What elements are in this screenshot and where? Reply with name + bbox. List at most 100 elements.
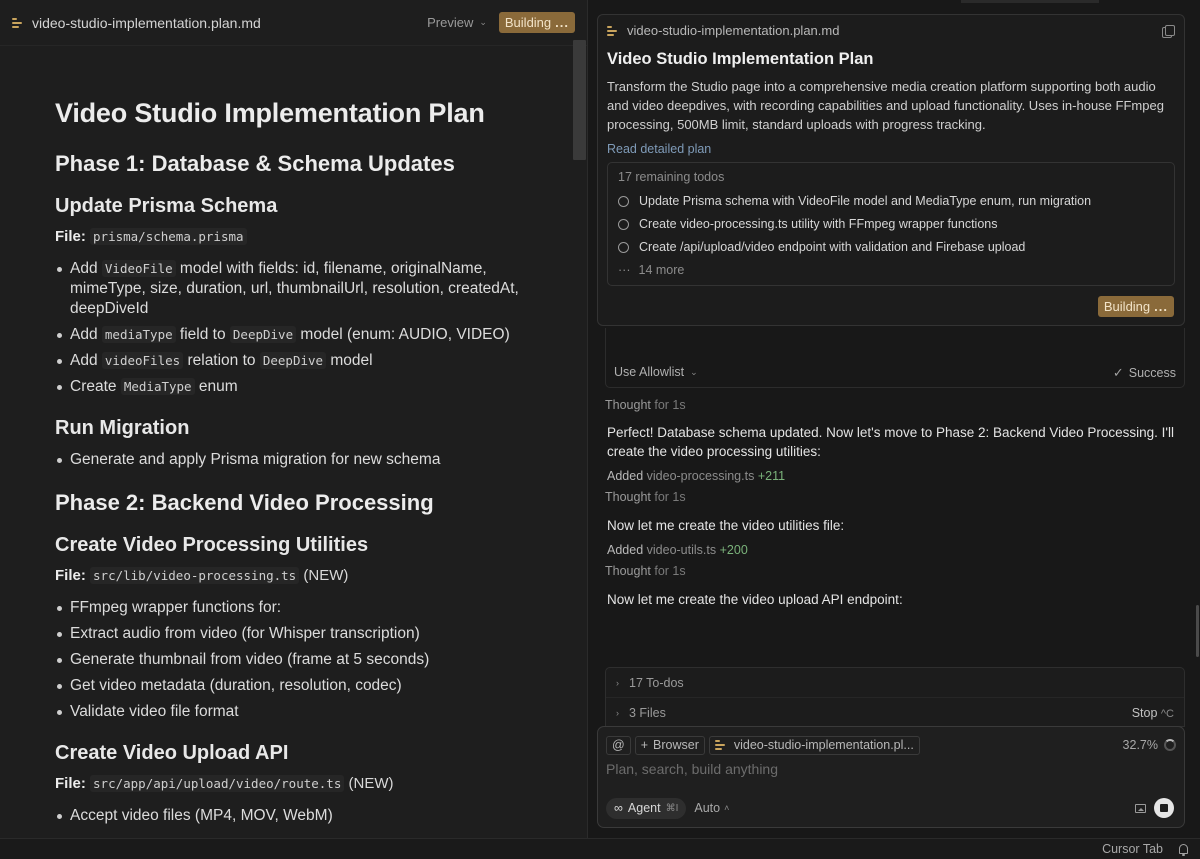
- file-line: File: src/app/api/upload/video/route.ts …: [55, 775, 394, 792]
- markdown-preview: Video Studio Implementation Plan Phase 1…: [0, 46, 572, 838]
- editor-scrollbar[interactable]: [573, 40, 586, 160]
- editor-tab-bar: video-studio-implementation.plan.md Prev…: [0, 0, 587, 46]
- stop-icon: [1160, 804, 1168, 812]
- phase2-heading: Phase 2: Backend Video Processing: [55, 490, 434, 515]
- todo-item[interactable]: Update Prisma schema with VideoFile mode…: [618, 194, 1164, 208]
- list-item: Generate thumbnail from video (frame at …: [55, 650, 552, 670]
- todo-circle-icon: [618, 218, 629, 230]
- plan-title: Video Studio Implementation Plan: [607, 50, 874, 68]
- doc-title: Video Studio Implementation Plan: [55, 98, 485, 128]
- file-line: File: src/lib/video-processing.ts (NEW): [55, 567, 349, 584]
- thought-indicator[interactable]: Thought for 1s: [605, 398, 686, 412]
- plus-icon: +: [640, 738, 649, 752]
- todos-more[interactable]: ··· 14 more: [618, 263, 1164, 277]
- todo-circle-icon: [618, 195, 629, 207]
- image-icon[interactable]: [1135, 803, 1146, 813]
- upload-list: Accept video files (MP4, MOV, WebM): [55, 806, 552, 826]
- stop-button[interactable]: Stop ^C: [1132, 706, 1174, 720]
- plan-description: Transform the Studio page into a compreh…: [607, 79, 1164, 132]
- context-usage: 32.7%: [1123, 738, 1176, 752]
- editor-tab-title[interactable]: video-studio-implementation.plan.md: [32, 15, 261, 31]
- preview-label: Preview: [427, 15, 474, 30]
- list-item: Get video metadata (duration, resolution…: [55, 676, 552, 696]
- file-line: File: prisma/schema.prisma: [55, 228, 552, 245]
- chat-scrollbar[interactable]: [1196, 605, 1199, 657]
- infinity-icon: ∞: [614, 801, 623, 815]
- use-allowlist-dropdown[interactable]: Use Allowlist ⌄: [614, 365, 698, 379]
- run-migration-heading: Run Migration: [55, 417, 190, 439]
- todos-count: 17 remaining todos: [618, 170, 725, 184]
- ellipsis-icon: ···: [618, 263, 631, 277]
- preview-dropdown[interactable]: Preview ⌄: [427, 15, 487, 30]
- chevron-up-icon: ˄: [724, 803, 730, 813]
- list-item: FFmpeg wrapper functions for:: [55, 598, 552, 618]
- tool-call-block: Use Allowlist ⌄ ✓ Success: [605, 328, 1185, 388]
- thought-indicator[interactable]: Thought for 1s: [605, 490, 686, 504]
- todo-circle-icon: [618, 241, 629, 253]
- todo-item[interactable]: Create video-processing.ts utility with …: [618, 217, 1164, 231]
- file-path: src/lib/video-processing.ts: [90, 567, 300, 584]
- agent-panel: video-studio-implementation.plan.md Vide…: [589, 0, 1200, 838]
- chevron-right-icon: ›: [616, 708, 619, 718]
- file-label: File:: [55, 228, 86, 245]
- processing-list: FFmpeg wrapper functions for: Extract au…: [55, 598, 552, 722]
- list-item: Add mediaType field to DeepDive model (e…: [55, 325, 552, 345]
- composer-controls: ∞ Agent ⌘I Auto ˄: [606, 797, 1174, 819]
- copy-icon[interactable]: [1162, 24, 1175, 38]
- phase1-heading: Phase 1: Database & Schema Updates: [55, 151, 455, 176]
- file-path: prisma/schema.prisma: [90, 228, 247, 245]
- plan-card: video-studio-implementation.plan.md Vide…: [597, 14, 1185, 326]
- ellipsis-icon: ...: [1154, 299, 1168, 314]
- agent-mode-selector[interactable]: ∞ Agent ⌘I: [606, 797, 687, 819]
- chat-composer: @ + Browser video-studio-implementation.…: [597, 726, 1185, 828]
- todos-row[interactable]: › 17 To-dos: [606, 668, 1184, 698]
- composer-context-row: @ + Browser video-studio-implementation.…: [606, 735, 1176, 755]
- file-added-indicator[interactable]: Added video-utils.ts +200: [607, 543, 748, 557]
- todo-item[interactable]: Create /api/upload/video endpoint with v…: [618, 240, 1164, 254]
- plan-card-header: video-studio-implementation.plan.md: [607, 23, 1175, 38]
- markdown-file-icon: [12, 17, 24, 28]
- building-status-badge[interactable]: Building ...: [498, 12, 575, 33]
- upload-api-heading: Create Video Upload API: [55, 742, 289, 764]
- list-item: Validate video file format: [55, 702, 552, 722]
- list-item: Generate and apply Prisma migration for …: [55, 450, 552, 470]
- file-label: File:: [55, 775, 86, 792]
- bell-icon[interactable]: [1179, 844, 1188, 856]
- assistant-message: Perfect! Database schema updated. Now le…: [607, 425, 1174, 459]
- assistant-message: Now let me create the video upload API e…: [607, 592, 903, 607]
- chevron-right-icon: ›: [616, 677, 619, 688]
- file-added-indicator[interactable]: Added video-processing.ts +211: [607, 469, 785, 483]
- list-item: Add VideoFile model with fields: id, fil…: [55, 259, 552, 319]
- file-path: src/app/api/upload/video/route.ts: [90, 775, 345, 792]
- chat-input[interactable]: [606, 761, 1166, 777]
- files-row[interactable]: › 3 Files Stop ^C: [606, 698, 1184, 728]
- assistant-message: Now let me create the video utilities fi…: [607, 518, 845, 533]
- list-item: Extract audio from video (for Whisper tr…: [55, 624, 552, 644]
- mention-button[interactable]: @: [606, 735, 631, 755]
- migration-list: Generate and apply Prisma migration for …: [55, 450, 552, 470]
- markdown-file-icon: [714, 740, 727, 750]
- agent-summary-bar: › 17 To-dos › 3 Files Stop ^C: [605, 667, 1185, 727]
- markdown-editor: video-studio-implementation.plan.md Prev…: [0, 0, 588, 838]
- list-item: Add videoFiles relation to DeepDive mode…: [55, 351, 552, 371]
- cursor-tab-status[interactable]: Cursor Tab: [1102, 842, 1163, 856]
- stop-generation-button[interactable]: [1154, 798, 1174, 818]
- status-bar: Cursor Tab: [0, 838, 1200, 859]
- browser-chip[interactable]: + Browser: [634, 735, 705, 755]
- tool-status: ✓ Success: [1112, 365, 1176, 380]
- check-icon: ✓: [1112, 365, 1124, 380]
- prisma-list: Add VideoFile model with fields: id, fil…: [55, 259, 552, 397]
- plan-file-name[interactable]: video-studio-implementation.plan.md: [627, 23, 839, 38]
- todos-box: 17 remaining todos Update Prisma schema …: [607, 162, 1175, 286]
- chevron-down-icon: ⌄: [479, 17, 487, 27]
- thought-indicator[interactable]: Thought for 1s: [605, 564, 686, 578]
- building-label: Building: [1103, 299, 1151, 314]
- model-selector[interactable]: Auto ˄: [694, 801, 729, 815]
- ellipsis-icon: ...: [555, 15, 569, 30]
- context-file-chip[interactable]: video-studio-implementation.pl...: [708, 735, 920, 755]
- plan-building-button[interactable]: Building ...: [1097, 296, 1174, 317]
- panel-top-strip: [961, 0, 1099, 3]
- progress-ring-icon: [1164, 739, 1176, 751]
- read-detailed-plan-link[interactable]: Read detailed plan: [607, 142, 711, 156]
- building-label: Building: [504, 15, 552, 30]
